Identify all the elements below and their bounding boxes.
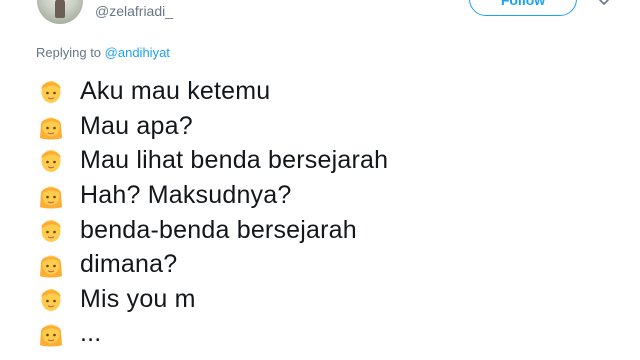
tweet-line: Mau apa? <box>36 109 388 144</box>
author-handle[interactable]: @zelafriadi_ <box>95 2 173 20</box>
follow-button[interactable]: Follow <box>469 0 577 16</box>
tweet-line: Aku mau ketemu <box>36 74 388 109</box>
replying-to: Replying to @andihiyat <box>36 45 170 61</box>
girl-face-icon <box>40 324 62 347</box>
tweet-line-text: ... <box>80 319 102 348</box>
tweet-body: Aku mau ketemu Mau apa? Mau lihat benda be… <box>36 74 388 351</box>
tweet-line: dimana? <box>36 247 388 282</box>
boy-face-icon <box>41 219 61 242</box>
tweet-line-text: Hah? Maksudnya? <box>80 181 292 210</box>
tweet-line-text: Mis you m <box>80 284 196 313</box>
tweet-line: Mis you m <box>36 282 388 317</box>
tweet-line: benda-benda bersejarah <box>36 212 388 247</box>
replying-to-label: Replying to <box>36 45 102 60</box>
tweet-line-text: Mau lihat benda bersejarah <box>80 146 389 175</box>
tweet-line: ... <box>36 316 388 351</box>
boy-face-icon <box>41 81 61 104</box>
tweet-line-text: Aku mau ketemu <box>80 77 271 106</box>
chevron-down-icon[interactable] <box>598 0 610 8</box>
avatar[interactable] <box>37 0 83 24</box>
reply-mention-link[interactable]: @andihiyat <box>105 45 170 60</box>
tweet-line: Mau lihat benda bersejarah <box>36 143 388 178</box>
girl-face-icon <box>40 117 62 140</box>
tweet-header: @zelafriadi_ Follow <box>0 0 640 30</box>
boy-face-icon <box>41 288 61 311</box>
girl-face-icon <box>40 186 62 209</box>
tweet-line-text: benda-benda bersejarah <box>80 215 357 244</box>
girl-face-icon <box>40 255 62 278</box>
tweet-line-text: dimana? <box>80 250 178 279</box>
boy-face-icon <box>41 150 61 173</box>
avatar-figure <box>55 0 65 18</box>
tweet-line: Hah? Maksudnya? <box>36 178 388 213</box>
tweet-line-text: Mau apa? <box>80 111 193 140</box>
